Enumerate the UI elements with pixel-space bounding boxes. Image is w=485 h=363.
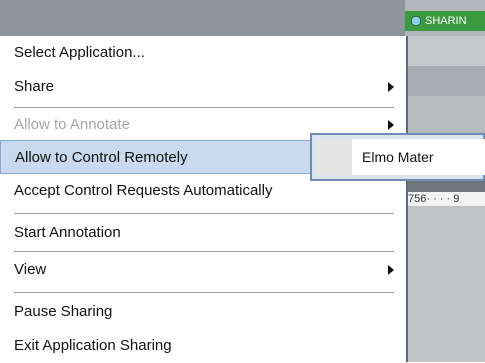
menu-item-share[interactable]: Share [0, 70, 406, 104]
menu-item-view[interactable]: View [0, 253, 406, 287]
submenu-arrow-icon [388, 120, 394, 130]
menu-item-pause-sharing[interactable]: Pause Sharing [0, 295, 406, 329]
menu-separator [14, 213, 394, 214]
window-divider [405, 180, 485, 192]
menu-item-label: Pause Sharing [14, 303, 113, 320]
remote-control-submenu: Elmo Mater [310, 133, 485, 181]
ruler: 756· · · · 9 [408, 192, 485, 206]
window-content [405, 206, 485, 362]
menu-item-label: Allow to Control Remotely [15, 149, 188, 166]
menu-item-label: Share [14, 78, 55, 95]
menu-item-label: View [14, 261, 47, 278]
sharing-context-menu: Select Application... Share Allow to Ann… [0, 36, 408, 362]
submenu-item-participant[interactable]: Elmo Mater [316, 139, 485, 175]
menu-item-start-annotation[interactable]: Start Annotation [0, 216, 406, 250]
sharing-status-icon [411, 16, 421, 27]
menu-item-label: Start Annotation [14, 224, 121, 241]
submenu-item-label: Elmo Mater [362, 149, 434, 165]
submenu-arrow-icon [388, 265, 394, 275]
window-toolbar-secondary [405, 66, 485, 96]
menu-separator [14, 251, 394, 252]
menu-item-exit-application-sharing[interactable]: Exit Application Sharing [0, 329, 406, 363]
menu-item-label: Exit Application Sharing [14, 337, 172, 354]
sharing-status-tab[interactable]: SHARIN [405, 11, 485, 31]
menu-item-label: Accept Control Requests Automatically [14, 182, 273, 199]
shared-application-window: 756· · · · 9 [405, 0, 485, 362]
menu-separator [14, 292, 394, 293]
menu-item-label: Allow to Annotate [14, 116, 130, 133]
window-toolbar [405, 36, 485, 66]
menu-item-select-application[interactable]: Select Application... [0, 36, 406, 70]
sharing-status-label: SHARIN [425, 15, 467, 27]
menu-item-label: Select Application... [14, 44, 145, 61]
window-panel [405, 96, 485, 136]
submenu-arrow-icon [388, 82, 394, 92]
